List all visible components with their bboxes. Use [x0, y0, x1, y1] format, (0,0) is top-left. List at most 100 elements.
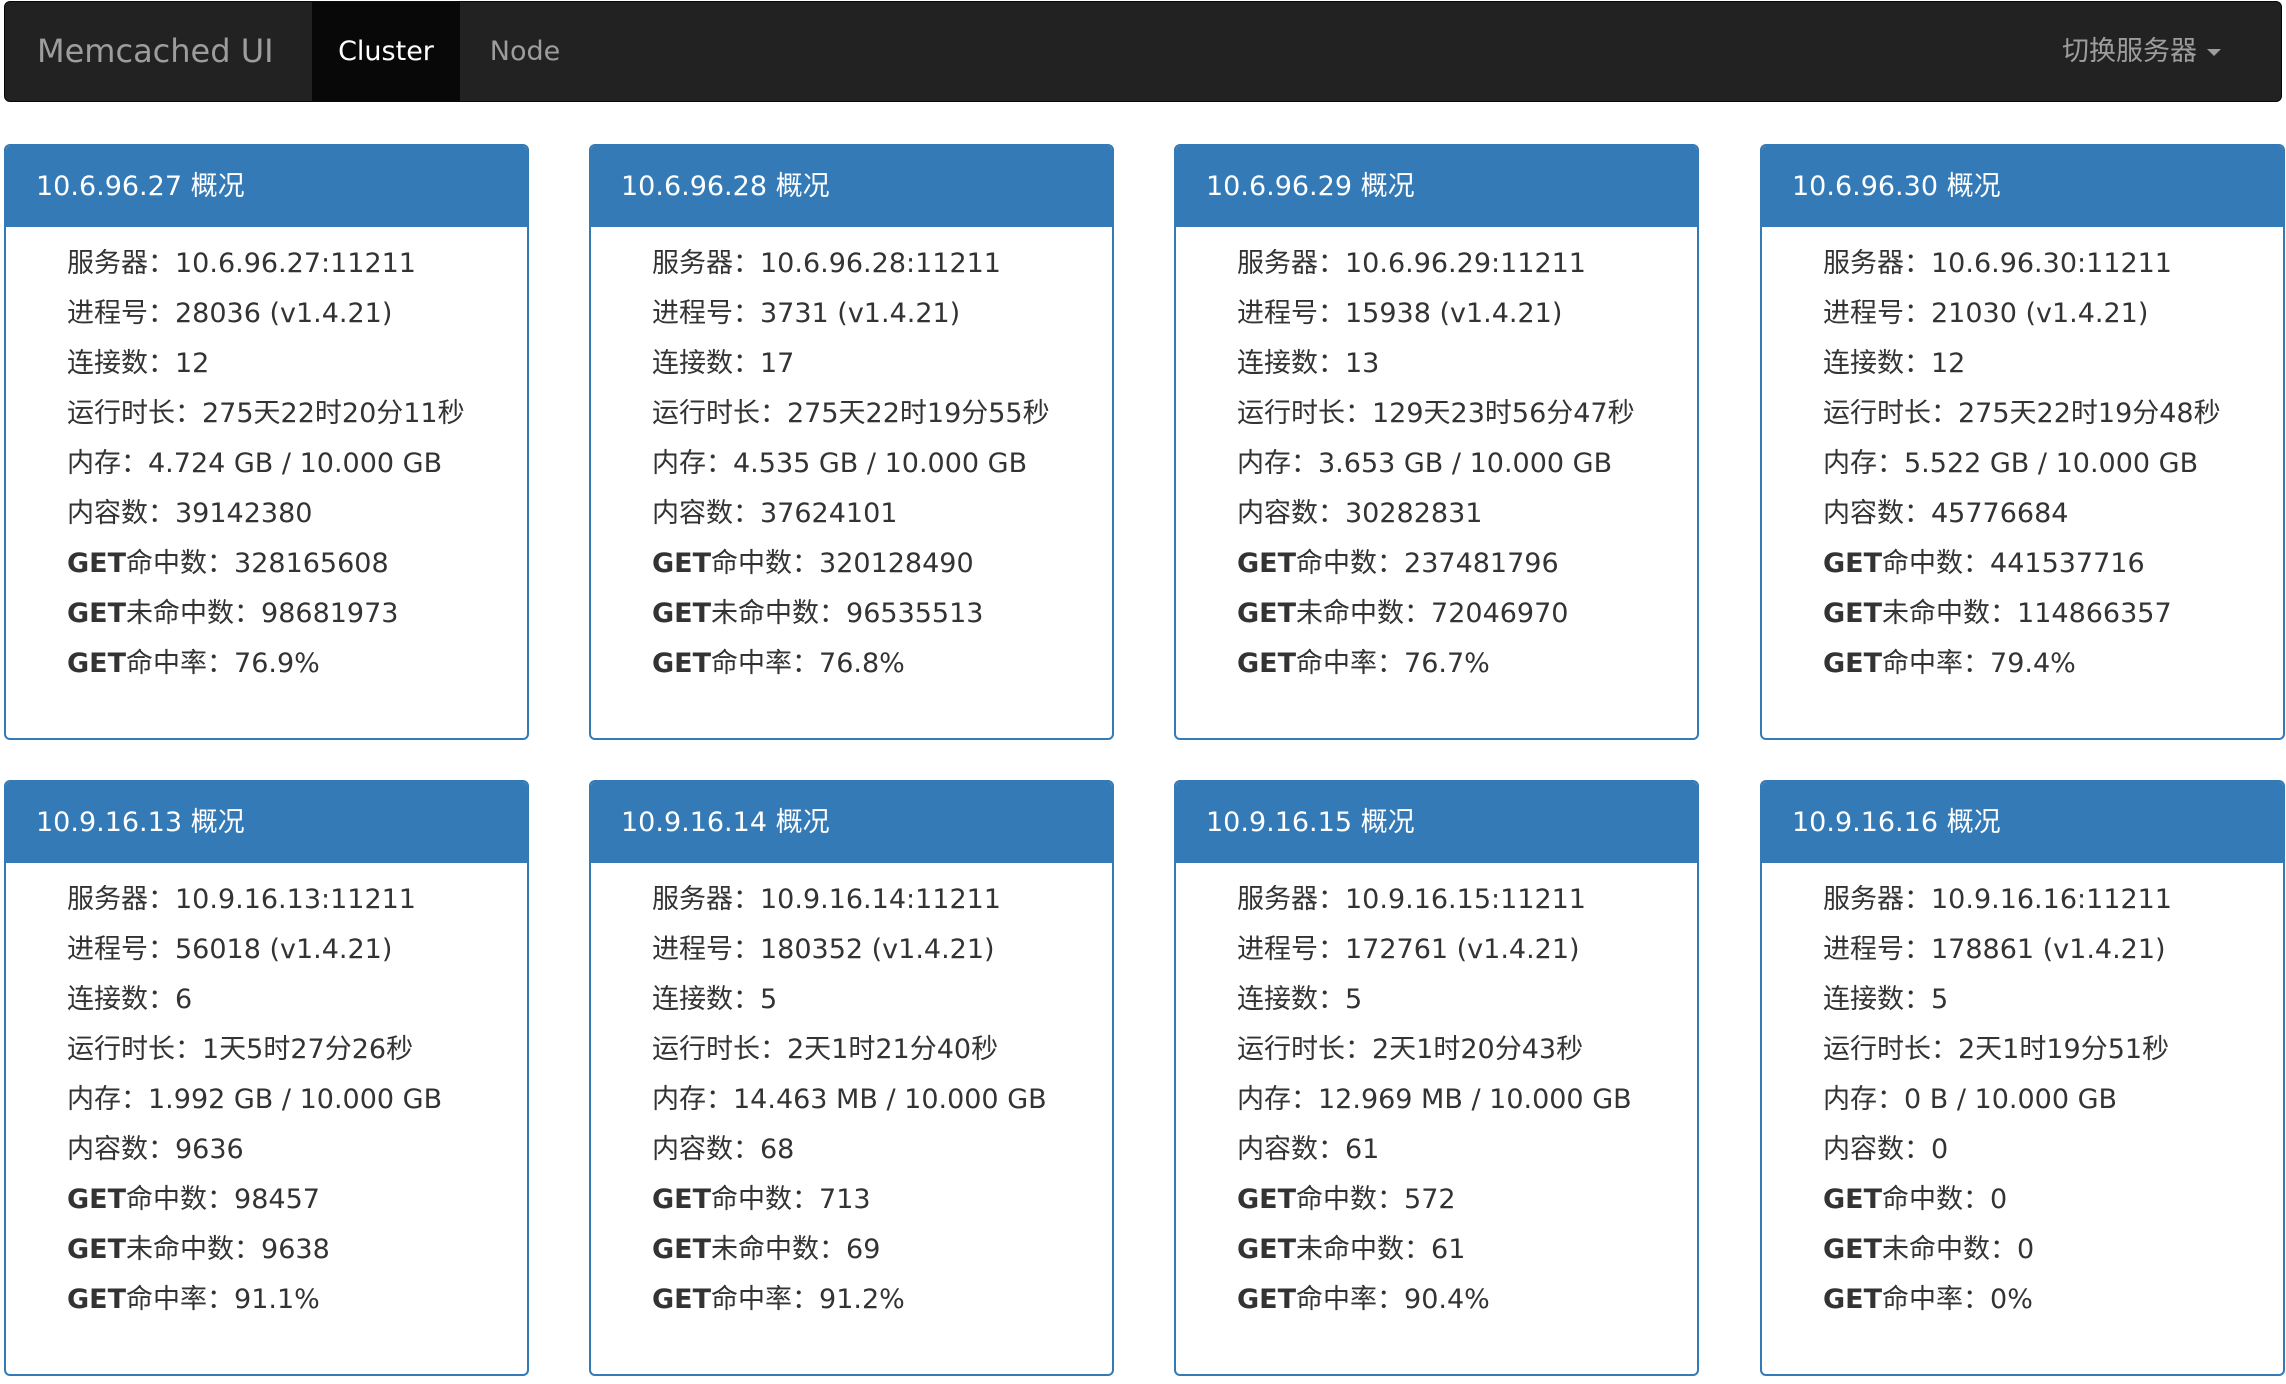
items-row: 内容数：68	[652, 1125, 1112, 1175]
field-label-text: 命中数：	[711, 1184, 820, 1215]
field-label: 进程号：	[67, 298, 175, 329]
tab-cluster[interactable]: Cluster	[312, 2, 460, 101]
field-label: 内存：	[652, 448, 733, 479]
get-hits-row: GET命中数：572	[1237, 1175, 1697, 1225]
get-prefix: GET	[1823, 548, 1883, 579]
field-label: GET未命中数：	[67, 598, 261, 629]
field-value: 0 B / 10.000 GB	[1904, 1084, 2118, 1115]
field-value: 0%	[1990, 1284, 2033, 1315]
field-label: 运行时长：	[1237, 398, 1372, 429]
uptime-row: 运行时长：2天1时20分43秒	[1237, 1025, 1697, 1075]
get-prefix: GET	[652, 548, 712, 579]
field-label-text: 命中率：	[1296, 1284, 1405, 1315]
memory-row: 内存：5.522 GB / 10.000 GB	[1823, 439, 2283, 489]
field-value: 10.6.96.28:11211	[760, 248, 1001, 279]
pid-row: 进程号：172761 (v1.4.21)	[1237, 925, 1697, 975]
get-hits-row: GET命中数：713	[652, 1175, 1112, 1225]
get-misses-row: GET未命中数：69	[652, 1225, 1112, 1275]
field-label: GET命中率：	[1823, 1284, 1990, 1315]
field-value: 237481796	[1404, 548, 1559, 579]
field-value: 9638	[261, 1234, 330, 1265]
field-label-text: 命中数：	[711, 548, 820, 579]
get-hit-rate-row: GET命中率：91.1%	[67, 1275, 527, 1325]
field-value: 39142380	[175, 498, 313, 529]
field-label: 服务器：	[1237, 884, 1345, 915]
field-label: GET命中数：	[1823, 1184, 1990, 1215]
pid-row: 进程号：21030 (v1.4.21)	[1823, 289, 2283, 339]
field-value: 69	[846, 1234, 881, 1265]
connections-row: 连接数：12	[67, 339, 527, 389]
field-label-text: 未命中数：	[1296, 598, 1432, 629]
field-label: GET未命中数：	[1823, 598, 2017, 629]
uptime-row: 运行时长：129天23时56分47秒	[1237, 389, 1697, 439]
panel-body: 服务器：10.9.16.13:11211 进程号：56018 (v1.4.21) 连…	[6, 863, 527, 1325]
panel-title: 10.9.16.15 概况	[1176, 782, 1697, 863]
get-prefix: GET	[652, 1284, 712, 1315]
server-panel: 10.9.16.16 概况 服务器：10.9.16.16:11211 进程号：178…	[1760, 780, 2285, 1376]
panel-title: 10.6.96.30 概况	[1762, 146, 2283, 227]
get-hits-row: GET命中数：98457	[67, 1175, 527, 1225]
get-prefix: GET	[67, 1234, 127, 1265]
server-row: 服务器：10.9.16.14:11211	[652, 875, 1112, 925]
field-value: 10.6.96.29:11211	[1345, 248, 1586, 279]
connections-row: 连接数：13	[1237, 339, 1697, 389]
field-label: GET命中率：	[1237, 648, 1404, 679]
panel-body: 服务器：10.6.96.30:11211 进程号：21030 (v1.4.21) 连…	[1762, 227, 2283, 689]
field-value: 275天22时19分55秒	[787, 398, 1050, 429]
field-label: 服务器：	[652, 884, 760, 915]
field-label: GET命中率：	[652, 648, 819, 679]
get-prefix: GET	[1237, 598, 1297, 629]
switch-server-dropdown[interactable]: 切换服务器	[2062, 2, 2221, 101]
field-label: 内存：	[1237, 1084, 1318, 1115]
field-label: 运行时长：	[1823, 398, 1958, 429]
get-hit-rate-row: GET命中率：79.4%	[1823, 639, 2283, 689]
items-row: 内容数：0	[1823, 1125, 2283, 1175]
field-value: 30282831	[1345, 498, 1483, 529]
field-value: 10.9.16.13:11211	[175, 884, 416, 915]
server-row: 服务器：10.6.96.27:11211	[67, 239, 527, 289]
field-label: 运行时长：	[652, 398, 787, 429]
panel-title: 10.6.96.27 概况	[6, 146, 527, 227]
server-panel: 10.9.16.13 概况 服务器：10.9.16.13:11211 进程号：560…	[4, 780, 529, 1376]
field-value: 2天1时20分43秒	[1372, 1034, 1584, 1065]
get-hit-rate-row: GET命中率：76.8%	[652, 639, 1112, 689]
memory-row: 内存：3.653 GB / 10.000 GB	[1237, 439, 1697, 489]
field-label: 内容数：	[67, 1134, 175, 1165]
panel-body: 服务器：10.9.16.14:11211 进程号：180352 (v1.4.21)…	[591, 863, 1112, 1325]
field-label: 进程号：	[652, 934, 760, 965]
get-misses-row: GET未命中数：72046970	[1237, 589, 1697, 639]
field-label: GET未命中数：	[652, 1234, 846, 1265]
panel-title: 10.6.96.28 概况	[591, 146, 1112, 227]
field-label: 服务器：	[652, 248, 760, 279]
field-label-text: 命中率：	[1296, 648, 1405, 679]
field-label: 内存：	[1823, 448, 1904, 479]
field-label: 连接数：	[1823, 984, 1931, 1015]
field-label: GET命中数：	[1237, 548, 1404, 579]
get-hits-row: GET命中数：237481796	[1237, 539, 1697, 589]
field-label: 内容数：	[1237, 1134, 1345, 1165]
server-panel: 10.6.96.28 概况服务器：10.6.96.28:11211 进程号：373…	[589, 144, 1114, 740]
pid-row: 进程号：3731 (v1.4.21)	[652, 289, 1112, 339]
get-prefix: GET	[652, 1184, 712, 1215]
field-value: 320128490	[819, 548, 974, 579]
field-value: 0	[2017, 1234, 2035, 1265]
field-label: 运行时长：	[67, 398, 202, 429]
panel-title: 10.9.16.13 概况	[6, 782, 527, 863]
get-misses-row: GET未命中数：9638	[67, 1225, 527, 1275]
get-misses-row: GET未命中数：98681973	[67, 589, 527, 639]
brand-link[interactable]: Memcached UI	[37, 2, 274, 101]
field-value: 9636	[175, 1134, 244, 1165]
get-prefix: GET	[1237, 1184, 1297, 1215]
tab-node[interactable]: Node	[460, 2, 590, 101]
field-label-text: 命中数：	[1296, 548, 1405, 579]
connections-row: 连接数：12	[1823, 339, 2283, 389]
server-row: 服务器：10.6.96.29:11211	[1237, 239, 1697, 289]
field-value: 56018 (v1.4.21)	[175, 934, 393, 965]
field-label: 服务器：	[1823, 884, 1931, 915]
memory-row: 内存：4.535 GB / 10.000 GB	[652, 439, 1112, 489]
uptime-row: 运行时长：1天5时27分26秒	[67, 1025, 527, 1075]
get-prefix: GET	[1823, 598, 1883, 629]
field-label: GET命中数：	[652, 548, 819, 579]
field-value: 17	[760, 348, 795, 379]
field-label: 服务器：	[67, 248, 175, 279]
